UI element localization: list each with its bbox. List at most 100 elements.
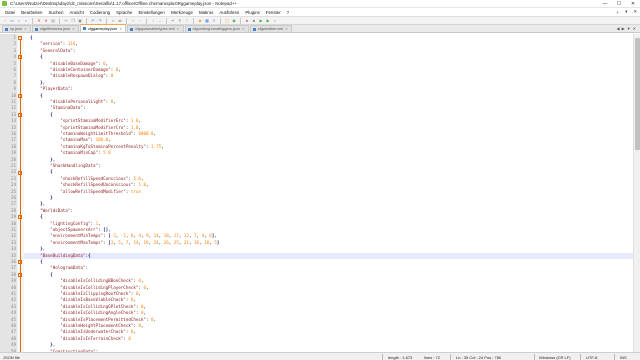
menu-item-makros[interactable]: Makros bbox=[196, 10, 216, 15]
line-number: 15 bbox=[10, 124, 16, 130]
tab-cfgweather-xml[interactable]: cfgweather.xml ✕ bbox=[249, 25, 293, 32]
tab-scroll-left-icon[interactable]: ◀ bbox=[617, 26, 620, 31]
menu-dropdown-icon[interactable]: ▾ bbox=[622, 9, 630, 15]
toolbar-separator bbox=[59, 17, 60, 24]
tab-label: cfgeffectarea.json bbox=[40, 27, 70, 31]
menu-item-ansicht[interactable]: Ansicht bbox=[66, 10, 86, 15]
menu-close-icon[interactable]: ✕ bbox=[630, 9, 640, 15]
tab-close-icon[interactable]: ✕ bbox=[285, 27, 288, 31]
document-tab-bar: xp.json ✕ cfgeffectarea.json ✕ cfggameplay.j… bbox=[0, 24, 640, 33]
copy-icon[interactable]: ❐ bbox=[70, 18, 76, 24]
cut-icon[interactable]: ✂ bbox=[63, 18, 69, 24]
menu-item-einstellungen[interactable]: Einstellungen bbox=[135, 10, 167, 15]
editor-area[interactable]: 1 2 3 4 5 6 7 8 9 10 11 12 13 14 15 16 17 18 19 20 21 22 23 24 2… bbox=[0, 34, 640, 354]
scrollbar-thumb[interactable] bbox=[635, 38, 640, 150]
zoom-out-icon[interactable]: − bbox=[137, 18, 143, 24]
close-file-icon[interactable]: ✕ bbox=[36, 18, 42, 24]
open-file-icon[interactable]: ▭ bbox=[9, 18, 15, 24]
menu-item-datei[interactable]: Datei bbox=[2, 10, 18, 15]
saved-file-icon bbox=[35, 27, 39, 31]
find-icon[interactable]: ⌕ bbox=[110, 18, 116, 24]
line-number: 24 bbox=[10, 182, 16, 188]
language-icon[interactable]: ◈ bbox=[197, 18, 203, 24]
maximize-button[interactable]: ☐ bbox=[612, 0, 626, 8]
close-all-icon[interactable]: ✕ bbox=[43, 18, 49, 24]
menu-item-plugins[interactable]: Plugins bbox=[242, 10, 262, 15]
tab-close-icon[interactable]: ✕ bbox=[72, 27, 75, 31]
line-number: 7 bbox=[13, 73, 16, 79]
menu-add-icon[interactable]: + bbox=[614, 10, 623, 15]
tab-cfgeffectarea-json[interactable]: cfgeffectarea.json ✕ bbox=[32, 25, 79, 32]
status-insert-mode[interactable]: INS bbox=[620, 355, 627, 360]
document-map-icon[interactable]: ▦ bbox=[204, 18, 210, 24]
menu-item-?[interactable]: ? bbox=[284, 10, 292, 15]
minimize-button[interactable]: — bbox=[598, 0, 612, 8]
save-macro-icon[interactable]: ▪ bbox=[272, 18, 278, 24]
print-icon[interactable]: ▤ bbox=[50, 18, 56, 24]
word-wrap-icon[interactable]: ↵ bbox=[170, 18, 176, 24]
menu-item-ausführen[interactable]: Ausführen bbox=[216, 10, 242, 15]
tab-cfggameplay-json[interactable]: cfggameplay.json ✕ bbox=[79, 24, 127, 32]
tab-xp-json[interactable]: xp.json ✕ bbox=[2, 25, 32, 32]
status-position: Ln : 35 Col : 24 Pos : 780 bbox=[456, 354, 502, 360]
undo-icon[interactable]: ↶ bbox=[90, 18, 96, 24]
zoom-in-icon[interactable]: + bbox=[130, 18, 136, 24]
run-macro-multiple-icon[interactable]: ▶ bbox=[265, 18, 271, 24]
monitoring-icon[interactable]: ◉ bbox=[231, 18, 237, 24]
line-number: 38 bbox=[10, 271, 16, 277]
function-list-icon[interactable]: ≡ bbox=[211, 18, 217, 24]
tab-close-icon[interactable]: ✕ bbox=[177, 27, 180, 31]
line-number: 39 bbox=[10, 278, 16, 284]
tab-cfgspawnabletypes-xml[interactable]: cfgspawnabletypes.xml ✕ bbox=[127, 25, 184, 32]
tab-list-icon[interactable]: ▼ bbox=[627, 26, 631, 31]
toolbar-separator bbox=[86, 17, 87, 24]
stop-macro-icon[interactable]: ■ bbox=[251, 18, 257, 24]
toolbar-separator bbox=[32, 17, 33, 24]
close-window-button[interactable]: ✕ bbox=[626, 0, 640, 8]
tab-close-icon[interactable]: ✕ bbox=[119, 27, 122, 31]
status-eol[interactable]: Windows (CR LF) bbox=[539, 355, 571, 360]
toolbar-separator bbox=[193, 17, 194, 24]
menu-item-werkzeuge[interactable]: Werkzeuge bbox=[168, 10, 196, 15]
vertical-scrollbar[interactable] bbox=[633, 34, 640, 352]
line-number: 10 bbox=[10, 92, 16, 98]
menu-item-codierung[interactable]: Codierung bbox=[87, 10, 113, 15]
menu-item-suchen[interactable]: Suchen bbox=[46, 10, 67, 15]
tab-navigation: ◀ ▶ ▼ ✕ bbox=[617, 26, 640, 31]
sync-vertical-icon[interactable]: ↕ bbox=[150, 18, 156, 24]
tab-close-icon[interactable]: ✕ bbox=[242, 27, 245, 31]
saved-file-icon bbox=[187, 27, 191, 31]
save-all-icon[interactable]: ▪ bbox=[23, 18, 29, 24]
close-tab-icon[interactable]: ✕ bbox=[633, 26, 636, 31]
line-number: 48 bbox=[10, 335, 16, 341]
tab-cfgundergroundtriggers-json[interactable]: cfgundergroundtriggers.json ✕ bbox=[184, 25, 249, 32]
code-text-area[interactable]: { "version": 116, "GeneralData": { "disa… bbox=[24, 34, 640, 354]
title-bar: C:\Users\Nutzer\Desktop\dayz\dz_missions… bbox=[0, 0, 640, 8]
tab-scroll-right-icon[interactable]: ▶ bbox=[622, 26, 625, 31]
line-number: 19 bbox=[10, 150, 16, 156]
menu-item-fenster[interactable]: Fenster bbox=[263, 10, 284, 15]
record-macro-icon[interactable]: ● bbox=[244, 18, 250, 24]
toolbar-separator bbox=[106, 17, 107, 24]
new-file-icon[interactable]: ▫ bbox=[2, 18, 8, 24]
tab-close-icon[interactable]: ✕ bbox=[24, 27, 27, 31]
line-number: 20 bbox=[10, 156, 16, 162]
line-number: 36 bbox=[10, 259, 16, 264]
status-encoding[interactable]: UTF-8 bbox=[586, 355, 597, 360]
save-icon[interactable]: ▪ bbox=[16, 18, 22, 24]
paste-icon[interactable]: ▣ bbox=[77, 18, 83, 24]
menu-item-bearbeiten[interactable]: Bearbeiten bbox=[18, 10, 45, 15]
line-number: 27 bbox=[10, 201, 16, 207]
replace-icon[interactable]: ⇄ bbox=[117, 18, 123, 24]
line-number: 29 bbox=[10, 214, 16, 220]
redo-icon[interactable]: ↷ bbox=[97, 18, 103, 24]
line-number: 37 bbox=[10, 265, 16, 271]
menu-item-sprache[interactable]: Sprache bbox=[113, 10, 135, 15]
line-number: 35 bbox=[10, 252, 16, 258]
line-number: 49 bbox=[10, 342, 16, 348]
indent-guide-icon[interactable]: ┆ bbox=[184, 18, 190, 24]
play-macro-icon[interactable]: ▶ bbox=[258, 18, 264, 24]
show-all-chars-icon[interactable]: ¶ bbox=[177, 18, 183, 24]
sync-horizontal-icon[interactable]: ↔ bbox=[157, 18, 163, 24]
folder-workspace-icon[interactable]: ▢ bbox=[224, 18, 230, 24]
